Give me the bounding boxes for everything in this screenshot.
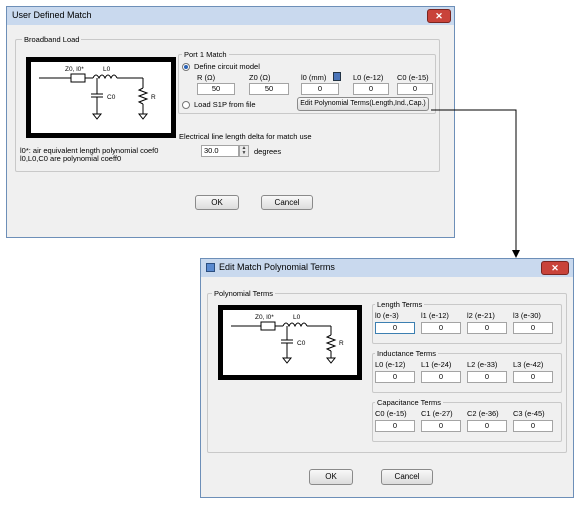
length-terms-group: Length Terms l0 (e-3) l1 (e-12) l2 (e-21… (372, 300, 562, 344)
schematic2-c0-label: C0 (297, 340, 306, 347)
length-l0-input[interactable]: 0 (375, 322, 415, 334)
l1-col-label: l1 (e-12) (421, 311, 449, 320)
user-defined-match-dialog: User Defined Match ✕ Broadband Load Z0, … (6, 6, 455, 238)
circuit-schematic-2: Z0, l0* L0 C0 R (218, 305, 362, 380)
delta-input[interactable]: 30.0 (201, 145, 239, 157)
inductance-l3-input[interactable]: 0 (513, 371, 553, 383)
polynomial-terms-label: Polynomial Terms (212, 289, 276, 298)
circuit-schematic: Z0, l0* L0 C0 R (26, 57, 176, 138)
length-l2-input[interactable]: 0 (467, 322, 507, 334)
capacitance-c2-input[interactable]: 0 (467, 420, 507, 432)
schematic-drawing: Z0, l0* L0 C0 R (39, 66, 156, 120)
load-s1p-label: Load S1P from file (194, 100, 256, 109)
degrees-label: degrees (254, 147, 282, 156)
z0-label: Z0 (Ω) (249, 73, 271, 82)
c0-col-label: C0 (e-15) (375, 409, 407, 418)
delta-label: Electrical line length delta for match u… (179, 132, 312, 141)
delta-spinner[interactable]: ▲ ▼ (239, 145, 249, 157)
r-label: R (Ω) (197, 73, 216, 82)
close-icon: ✕ (435, 11, 443, 21)
length-l3-input[interactable]: 0 (513, 322, 553, 334)
calculator-icon[interactable] (333, 72, 341, 81)
l0-ind-input[interactable]: 0 (353, 83, 389, 95)
load-s1p-radio[interactable] (182, 101, 190, 109)
close-button[interactable]: ✕ (427, 9, 451, 23)
title-bar-2[interactable]: Edit Match Polynomial Terms ✕ (201, 259, 573, 277)
schematic2-l0-label: L0 (293, 314, 301, 321)
inductance-terms-group: Inductance Terms L0 (e-12) L1 (e-24) L2 … (372, 349, 562, 393)
port1-match-label: Port 1 Match (182, 50, 229, 59)
length-terms-label: Length Terms (375, 300, 425, 309)
capacitance-c1-input[interactable]: 0 (421, 420, 461, 432)
title-bar[interactable]: User Defined Match ✕ (7, 7, 454, 25)
length-l1-input[interactable]: 0 (421, 322, 461, 334)
schematic-drawing-2: Z0, l0* L0 C0 R (231, 314, 344, 364)
l3-col-label: l3 (e-30) (513, 311, 541, 320)
dialog-title-2: Edit Match Polynomial Terms (219, 262, 335, 272)
app-icon (206, 263, 215, 272)
c0-label: C0 (e-15) (397, 73, 429, 82)
capacitance-c0-input[interactable]: 0 (375, 420, 415, 432)
c1-col-label: C1 (e-27) (421, 409, 453, 418)
port1-match-group: Port 1 Match Define circuit model R (Ω) … (178, 50, 436, 114)
edit-polynomial-terms-dialog: Edit Match Polynomial Terms ✕ Polynomial… (200, 258, 574, 498)
capacitance-terms-group: Capacitance Terms C0 (e-15) C1 (e-27) C2… (372, 398, 562, 442)
ind-l3-col-label: L3 (e-42) (513, 360, 544, 369)
c2-col-label: C2 (e-36) (467, 409, 499, 418)
schematic-c0-label: C0 (107, 94, 116, 101)
ind-l0-col-label: L0 (e-12) (375, 360, 406, 369)
schematic-r-label: R (151, 94, 156, 101)
l0-ind-label: L0 (e-12) (353, 73, 384, 82)
capacitance-c3-input[interactable]: 0 (513, 420, 553, 432)
broadband-load-label: Broadband Load (22, 35, 82, 44)
define-circuit-label: Define circuit model (194, 62, 260, 71)
l2-col-label: l2 (e-21) (467, 311, 495, 320)
close-button-2[interactable]: ✕ (541, 261, 569, 275)
c3-col-label: C3 (e-45) (513, 409, 545, 418)
ok-button-2[interactable]: OK (309, 469, 353, 485)
c0-input[interactable]: 0 (397, 83, 433, 95)
l0-mm-input[interactable]: 0 (301, 83, 339, 95)
inductance-l2-input[interactable]: 0 (467, 371, 507, 383)
z0-input[interactable]: 50 (249, 83, 289, 95)
l0-mm-label: l0 (mm) (301, 73, 327, 82)
polynomial-terms-group: Polynomial Terms Z0, l0* L0 C0 R Length … (207, 289, 567, 453)
edit-polynomial-terms-button[interactable]: Edit Polynomial Terms(Length,Ind.,Cap.) (297, 97, 429, 111)
cancel-button-2[interactable]: Cancel (381, 469, 433, 485)
ok-button[interactable]: OK (195, 195, 239, 210)
l0-col-label: l0 (e-3) (375, 311, 399, 320)
inductance-l1-input[interactable]: 0 (421, 371, 461, 383)
inductance-l0-input[interactable]: 0 (375, 371, 415, 383)
ind-l2-col-label: L2 (e-33) (467, 360, 498, 369)
schematic-l0-label: L0 (103, 66, 111, 73)
broadband-load-group: Broadband Load Z0, l0* L0 C0 R l0*: air … (15, 35, 440, 172)
spin-down-icon: ▼ (241, 150, 247, 156)
schematic-z0-label: Z0, l0* (65, 66, 84, 73)
define-circuit-radio[interactable] (182, 63, 190, 71)
r-input[interactable]: 50 (197, 83, 235, 95)
note-line-2: l0,L0,C0 are polynomial coeff0 (20, 154, 122, 163)
ind-l1-col-label: L1 (e-24) (421, 360, 452, 369)
schematic2-z0-label: Z0, l0* (255, 314, 274, 321)
close-icon: ✕ (551, 263, 559, 273)
dialog-title: User Defined Match (12, 10, 92, 20)
capacitance-terms-label: Capacitance Terms (375, 398, 444, 407)
cancel-button[interactable]: Cancel (261, 195, 313, 210)
inductance-terms-label: Inductance Terms (375, 349, 439, 358)
schematic2-r-label: R (339, 340, 344, 347)
